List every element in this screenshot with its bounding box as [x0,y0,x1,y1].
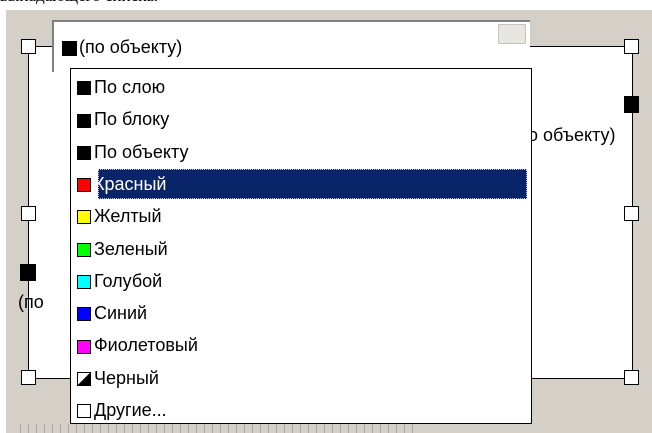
dropdown-item-label: Желтый [94,206,162,227]
dropdown-item[interactable]: Другие... [77,394,529,426]
grip-top-left[interactable] [21,39,36,54]
dropdown-item-label: Голубой [94,270,163,291]
dropdown-item[interactable]: Зеленый [77,233,529,265]
white-square-icon [77,404,91,419]
dropdown-item[interactable]: По слою [77,71,529,103]
black-white-diagonal-icon [77,371,91,386]
grip-top-right[interactable] [624,39,639,54]
dropdown-item-label: По объекту [94,141,189,162]
grip-bottom-left[interactable] [21,370,36,385]
canvas-label-right: о объекту) [528,125,616,145]
dropdown-item-label: Красный [94,173,167,194]
dropdown-item[interactable]: Черный [77,362,529,394]
grip-middle-left[interactable] [21,206,36,221]
yellow-square-icon [77,210,91,225]
combobox-dropdown-button[interactable] [498,24,526,44]
magenta-square-icon [77,339,91,354]
dropdown-item-label: По блоку [94,109,170,130]
grip-bottom-right[interactable] [624,370,639,385]
red-square-icon [77,178,91,193]
grip-middle-right[interactable] [624,206,639,221]
dropdown-item[interactable]: Желтый [77,200,529,232]
dropdown-item[interactable]: По объекту [77,136,529,168]
canvas-label-left: (по [18,292,44,312]
ruler-ticks [20,424,420,433]
black-square-icon [20,264,36,281]
dropdown-item-label: Зеленый [94,238,168,259]
dropdown-item[interactable]: Синий [77,297,529,329]
dropdown-item-label: По слою [94,77,166,97]
blue-square-icon [77,307,91,322]
green-square-icon [77,242,91,257]
combobox-selected-value[interactable]: (по объекту) [62,34,185,60]
dropdown-item[interactable]: Голубой [77,265,529,297]
black-square-icon [62,40,77,56]
caption-text: выпадающего списка. [0,0,652,10]
dropdown-item-label: Черный [94,367,159,388]
combobox-selected-label: (по объекту) [79,37,183,57]
dropdown-item-label: Другие... [94,400,167,420]
dropdown-item[interactable]: По блоку [77,103,529,135]
dropdown-item-label: Фиолетовый [94,335,198,356]
black-square-icon [77,145,91,160]
dropdown-item[interactable]: Красный [77,168,529,200]
black-square-icon [77,113,91,128]
black-square-icon [624,96,639,113]
dropdown-item[interactable]: Фиолетовый [77,329,529,361]
black-square-icon [77,81,91,96]
color-dropdown-list[interactable]: По слою По блоку По объекту Красный Желтый Зе… [70,68,532,424]
cyan-square-icon [77,275,91,290]
dropdown-item-label: Синий [94,303,148,324]
